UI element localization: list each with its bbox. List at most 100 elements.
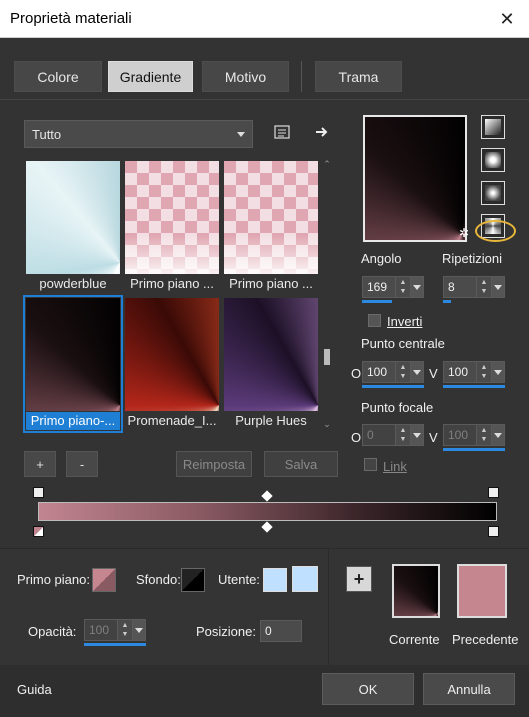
- spin-arrows-icon[interactable]: ▲ ▼: [477, 361, 491, 383]
- focal-v-input[interactable]: 100: [443, 424, 477, 446]
- gradient-swatch-promenade[interactable]: Promenade_I...: [125, 298, 219, 430]
- library-menu-icon[interactable]: [270, 120, 294, 144]
- center-h-label: O: [351, 366, 362, 381]
- foreground-label: Primo piano:: [17, 572, 90, 587]
- opacity-stop-end[interactable]: [488, 526, 499, 537]
- tab-gradiente[interactable]: Gradiente: [108, 61, 193, 92]
- save-button[interactable]: Salva: [264, 451, 338, 477]
- chevron-down-icon[interactable]: [410, 361, 424, 383]
- focal-h-stepper[interactable]: 0 ▲ ▼: [362, 424, 424, 448]
- chevron-down-icon[interactable]: [491, 424, 505, 446]
- selection-highlight: [475, 220, 516, 242]
- tab-bar: Colore Gradiente Motivo Trama: [0, 38, 529, 100]
- opacity-input[interactable]: 100: [84, 619, 118, 641]
- chevron-down-icon[interactable]: [410, 424, 424, 446]
- center-point-label: Punto centrale: [361, 336, 445, 351]
- gradient-swatch-primo-piano-1[interactable]: Primo piano ...: [125, 161, 219, 293]
- foreground-swatch[interactable]: [92, 568, 116, 592]
- user-swatch[interactable]: [263, 568, 287, 592]
- arrow-right-icon[interactable]: [310, 120, 334, 144]
- cancel-button[interactable]: Annulla: [423, 673, 515, 705]
- chevron-down-icon: [237, 132, 245, 137]
- add-stop-button[interactable]: +: [346, 566, 372, 592]
- ok-button[interactable]: OK: [322, 673, 414, 705]
- angle-level: [362, 300, 392, 303]
- gradient-swatch-powderblue[interactable]: powderblue: [26, 161, 120, 293]
- angle-input[interactable]: 169: [362, 276, 396, 298]
- chevron-down-icon[interactable]: ⌄: [322, 419, 332, 429]
- link-checkbox[interactable]: [364, 458, 377, 471]
- current-preview[interactable]: [392, 564, 440, 618]
- swatch-image: [125, 298, 219, 411]
- invert-checkbox[interactable]: [368, 314, 381, 327]
- chevron-down-icon[interactable]: [491, 276, 505, 298]
- chevron-down-icon[interactable]: [410, 276, 424, 298]
- center-v-stepper[interactable]: 100 ▲ ▼: [443, 361, 505, 388]
- repeats-label: Ripetizioni: [442, 251, 502, 266]
- position-input[interactable]: 0: [260, 620, 302, 642]
- repeats-stepper[interactable]: 8 ▲ ▼: [443, 276, 505, 303]
- spin-arrows-icon[interactable]: ▲ ▼: [118, 619, 132, 641]
- position-label: Posizione:: [196, 624, 256, 639]
- gradient-swatch-primo-piano-selected[interactable]: Primo piano-...: [23, 295, 123, 433]
- tab-colore[interactable]: Colore: [14, 61, 102, 92]
- add-gradient-button[interactable]: +: [24, 451, 56, 477]
- center-v-label: V: [429, 366, 438, 381]
- center-v-level: [443, 385, 505, 388]
- window-title: Proprietà materiali: [10, 10, 132, 27]
- repeats-input[interactable]: 8: [443, 276, 477, 298]
- chevron-up-icon[interactable]: ⌃: [322, 159, 332, 169]
- reset-button[interactable]: Reimposta: [176, 451, 252, 477]
- gradient-bar[interactable]: [38, 502, 497, 521]
- swatch-image: [26, 161, 120, 274]
- opacity-stop-start[interactable]: [33, 526, 44, 537]
- focal-h-input[interactable]: 0: [362, 424, 396, 446]
- tab-motivo[interactable]: Motivo: [202, 61, 289, 92]
- gradient-swatch-purple-hues[interactable]: Purple Hues: [224, 298, 318, 430]
- current-label: Corrente: [389, 632, 440, 647]
- position-field[interactable]: 0: [260, 620, 302, 644]
- spin-arrows-icon[interactable]: ▲ ▼: [396, 276, 410, 298]
- gradient-swatch-primo-piano-2[interactable]: Primo piano ...: [224, 161, 318, 293]
- chevron-down-icon[interactable]: [132, 619, 146, 641]
- previous-label: Precedente: [452, 632, 519, 647]
- spin-arrows-icon[interactable]: ▲ ▼: [396, 361, 410, 383]
- angle-label: Angolo: [361, 251, 402, 266]
- spin-arrows-icon[interactable]: ▲ ▼: [477, 424, 491, 446]
- background-swatch[interactable]: [181, 568, 205, 592]
- center-h-stepper[interactable]: 100 ▲ ▼: [362, 361, 424, 388]
- center-v-input[interactable]: 100: [443, 361, 477, 383]
- opacity-label: Opacità:: [28, 624, 77, 639]
- radial-gradient-style-icon[interactable]: [481, 181, 505, 205]
- focal-v-label: V: [429, 430, 438, 445]
- spin-arrows-icon[interactable]: ▲ ▼: [477, 276, 491, 298]
- focal-v-stepper[interactable]: 100 ▲ ▼: [443, 424, 505, 451]
- angle-stepper[interactable]: 169 ▲ ▼: [362, 276, 424, 303]
- title-bar: Proprietà materiali ✕: [0, 0, 529, 38]
- focal-point-label: Punto focale: [361, 400, 434, 415]
- background-label: Sfondo:: [136, 572, 181, 587]
- focal-h-label: O: [351, 430, 362, 445]
- opacity-stepper[interactable]: 100 ▲ ▼: [84, 619, 146, 646]
- remove-gradient-button[interactable]: -: [66, 451, 98, 477]
- swatch-label: Promenade_I...: [127, 413, 217, 428]
- close-icon[interactable]: ✕: [485, 0, 529, 38]
- help-link[interactable]: Guida: [17, 682, 52, 697]
- category-dropdown[interactable]: Tutto: [24, 120, 253, 148]
- spin-arrows-icon[interactable]: ▲ ▼: [396, 424, 410, 446]
- scrollbar-thumb[interactable]: [324, 349, 330, 365]
- user-color-picker[interactable]: [292, 566, 318, 592]
- color-stop-top-end[interactable]: [488, 487, 499, 498]
- previous-preview[interactable]: [457, 564, 507, 618]
- crosshair-icon[interactable]: ✲: [459, 226, 469, 240]
- gradient-preview[interactable]: ✲: [363, 115, 469, 242]
- rectangular-gradient-style-icon[interactable]: [481, 148, 505, 172]
- swatch-image: [125, 161, 219, 274]
- library-scrollbar[interactable]: ⌃ ⌄: [321, 159, 333, 431]
- color-stop-top-start[interactable]: [33, 487, 44, 498]
- tab-trama[interactable]: Trama: [315, 61, 402, 92]
- swatch-label: Primo piano-...: [26, 412, 120, 430]
- center-h-input[interactable]: 100: [362, 361, 396, 383]
- linear-gradient-style-icon[interactable]: [481, 115, 505, 139]
- chevron-down-icon[interactable]: [491, 361, 505, 383]
